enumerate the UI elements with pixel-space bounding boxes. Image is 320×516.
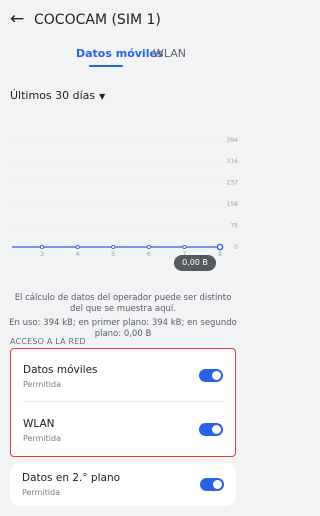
y-tick-label: 316 — [227, 158, 239, 165]
active-tab-indicator — [89, 65, 123, 67]
back-arrow-icon[interactable]: ← — [10, 9, 24, 29]
toggle-knob — [212, 371, 221, 380]
data-point — [111, 244, 116, 250]
tab-mobile-data[interactable]: Datos móviles — [76, 46, 163, 62]
x-tick-label: 6 — [147, 250, 151, 258]
row-mobile-data-status: Permitida — [23, 380, 61, 389]
toggle-knob — [212, 425, 221, 434]
row-mobile-data[interactable]: Datos móviles Permitida — [11, 349, 235, 399]
background-data-card: Datos en 2.° plano Permitida — [10, 463, 236, 506]
wlan-toggle[interactable] — [199, 423, 223, 436]
carrier-disclaimer: El cálculo de datos del operador puede s… — [14, 293, 232, 314]
x-tick-label: 5 — [111, 250, 115, 258]
mobile-data-toggle[interactable] — [199, 369, 223, 382]
chart-tooltip: 0,00 B — [174, 255, 216, 271]
background-data-toggle[interactable] — [200, 478, 224, 491]
period-label: Últimos 30 días — [10, 89, 96, 102]
network-access-card: Datos móviles Permitida WLAN Permitida — [10, 348, 236, 457]
section-title-network-access: ACCESO A LA RED — [10, 337, 86, 346]
y-tick-label: 237 — [227, 180, 239, 187]
row-wlan-status: Permitida — [23, 434, 61, 443]
tab-bar: Datos móviles WLAN — [0, 46, 246, 74]
row-wlan-label: WLAN — [23, 418, 55, 430]
toggle-knob — [213, 480, 222, 489]
period-selector[interactable]: Últimos 30 días ▼ — [10, 88, 105, 105]
y-tick-label: 394 — [227, 137, 239, 144]
row-background-data-status: Permitida — [22, 488, 60, 497]
data-point — [146, 244, 151, 250]
x-tick-label: 3 — [40, 250, 44, 258]
data-point — [216, 243, 224, 251]
data-point — [182, 244, 187, 250]
y-tick-label: 0 — [234, 244, 238, 251]
row-mobile-data-label: Datos móviles — [23, 364, 98, 376]
y-tick-label: 158 — [227, 201, 239, 208]
divider — [23, 401, 223, 402]
page-title: COCOCAM (SIM 1) — [34, 12, 161, 28]
y-tick-label: 79 — [230, 223, 238, 230]
row-wlan[interactable]: WLAN Permitida — [11, 405, 235, 455]
data-point — [75, 244, 80, 250]
app-header: ← COCOCAM (SIM 1) — [0, 0, 246, 42]
data-point — [39, 244, 45, 250]
tab-wlan[interactable]: WLAN — [153, 46, 186, 62]
row-background-data[interactable]: Datos en 2.° plano Permitida — [10, 463, 236, 513]
x-tick-label: 8 — [218, 250, 222, 258]
row-background-data-label: Datos en 2.° plano — [22, 472, 121, 484]
caret-down-icon: ▼ — [99, 92, 106, 101]
x-tick-label: 4 — [76, 250, 80, 258]
